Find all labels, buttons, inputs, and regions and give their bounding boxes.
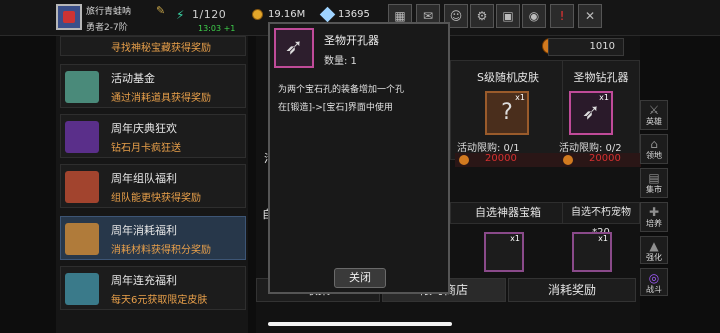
relic-drill-icon: ➶ x1 (569, 91, 613, 135)
list-item-title: 周年组队福利 (111, 172, 177, 185)
sidebar-label: 战斗 (646, 285, 662, 294)
battle-swords-icon[interactable]: ✕ (578, 4, 602, 28)
sidebar-label: 集市 (646, 185, 662, 194)
artifact-chest-icon[interactable]: x1 (484, 232, 524, 272)
list-item-treasure[interactable]: 寻找神秘宝藏获得奖励 (60, 36, 246, 56)
list-item-desc: 通过消耗道具获得奖励 (111, 93, 211, 104)
card-title-pet: 自选不朽宠物*20 (562, 202, 640, 238)
territory-icon: ⌂ (650, 137, 658, 151)
sidebar-item-train[interactable]: ✚ 培养 (640, 202, 668, 232)
popup-quantity: 数量: 1 (324, 56, 357, 67)
list-item-title: 周年消耗福利 (111, 224, 177, 237)
list-item-desc: 钻石月卡疯狂送 (111, 143, 181, 154)
player-rank: 勇者2-7阶 (86, 23, 128, 33)
sidebar-item-enhance[interactable]: ▲ 强化 (640, 236, 668, 264)
settings-gear-icon[interactable]: ⚙ (470, 4, 494, 28)
list-item-desc: 寻找神秘宝藏获得奖励 (111, 43, 211, 54)
sidebar-label: 培养 (646, 219, 662, 228)
sidebar-item-market[interactable]: ▤ 集市 (640, 168, 668, 198)
energy-icon: ⚡ (176, 8, 185, 22)
sidebar-item-territory[interactable]: ⌂ 领地 (640, 134, 668, 164)
sidebar-item-battle[interactable]: ◎ 战斗 (640, 268, 668, 296)
recharge-crystal-icon (65, 273, 99, 305)
card-price-value: 20000 (589, 153, 621, 164)
alert-icon[interactable]: ! (550, 4, 574, 28)
list-item-title: 活动基金 (111, 72, 155, 85)
event-token-value: 1010 (548, 38, 624, 56)
train-icon: ✚ (648, 205, 660, 219)
gem-value: 13695 (338, 9, 370, 20)
list-item-recharge[interactable]: 周年连充福利 每天6元获取限定皮肤 (60, 266, 246, 310)
price-coin-icon (563, 155, 573, 165)
popup-title: 圣物开孔器 (324, 34, 379, 47)
pet-chest-icon[interactable]: x1 (572, 232, 612, 272)
enhance-icon: ▲ (649, 239, 659, 253)
card-price-value: 20000 (485, 153, 517, 164)
hero-icon: ⚔ (648, 103, 660, 117)
gold-coin-icon (252, 9, 263, 20)
popup-description: 为两个宝石孔的装备增加一个孔 (278, 85, 405, 95)
tab-consume-reward[interactable]: 消耗奖励 (508, 278, 636, 302)
price-coin-icon (459, 155, 469, 165)
player-avatar[interactable] (56, 4, 82, 30)
home-indicator[interactable] (268, 322, 452, 326)
sidebar-label: 领地 (646, 151, 662, 160)
card-qty: x1 (515, 93, 525, 102)
consume-chest-icon (65, 223, 99, 255)
sidebar-label: 强化 (646, 253, 662, 262)
relic-drill-icon: ➶ (274, 28, 314, 68)
fund-bag-icon (65, 71, 99, 103)
card-limit: 活动限购: 0/1 (457, 143, 520, 154)
random-skin-icon: ? x1 (485, 91, 529, 135)
shop-card-drill[interactable]: 圣物钻孔器 ➶ x1 活动限购: 0/2 20000 (559, 60, 641, 167)
edit-icon[interactable]: ✎ (156, 5, 168, 17)
event-icon[interactable]: ◉ (522, 4, 546, 28)
card-title: 圣物钻孔器 (573, 71, 629, 84)
item-detail-popup: ➶ 圣物开孔器 数量: 1 为两个宝石孔的装备增加一个孔 在[锻造]->[宝石]… (268, 22, 450, 294)
list-item-desc: 组队能更快获得奖励 (111, 193, 201, 204)
popup-usage: 在[锻造]->[宝石]界面中使用 (278, 103, 393, 113)
card-price: 20000 (455, 153, 563, 167)
close-button[interactable]: 关闭 (334, 268, 386, 288)
gold-value: 19.16M (268, 9, 306, 20)
energy-timer: 13:03 +1 (198, 24, 236, 33)
celebration-card-icon (65, 121, 99, 153)
list-item-title: 周年连充福利 (111, 274, 177, 287)
list-item-title: 周年庆典狂欢 (111, 122, 177, 135)
list-item-consume[interactable]: 周年消耗福利 消耗材料获得积分奖励 (60, 216, 246, 260)
card-limit: 活动限购: 0/2 (559, 143, 622, 154)
energy-value: 1/120 (192, 8, 227, 21)
sidebar-item-hero[interactable]: ⚔ 英雄 (640, 100, 668, 130)
gem-icon (319, 6, 336, 23)
card-qty: x1 (598, 234, 608, 243)
market-icon: ▤ (648, 171, 660, 185)
player-name: 旅行青蛙呐 (86, 7, 132, 17)
list-item-desc: 每天6元获取限定皮肤 (111, 295, 208, 306)
list-item-fund[interactable]: 活动基金 通过消耗道具获得奖励 (60, 64, 246, 108)
card-qty: x1 (510, 234, 520, 243)
card-price: 20000 (559, 153, 641, 167)
list-item-team[interactable]: 周年组队福利 组队能更快获得奖励 (60, 164, 246, 208)
gift-icon[interactable]: ▣ (496, 4, 520, 28)
card-qty: x1 (599, 93, 609, 102)
activity-list: 寻找神秘宝藏获得奖励 活动基金 通过消耗道具获得奖励 周年庆典狂欢 钻石月卡疯狂… (56, 36, 248, 333)
list-item-desc: 消耗材料获得积分奖励 (111, 245, 211, 256)
card-title-artifact: 自选神器宝箱 (450, 202, 566, 224)
list-item-celebration[interactable]: 周年庆典狂欢 钻石月卡疯狂送 (60, 114, 246, 158)
sidebar-label: 英雄 (646, 117, 662, 126)
team-chest-icon (65, 171, 99, 203)
battle-portal-icon: ◎ (648, 271, 660, 285)
